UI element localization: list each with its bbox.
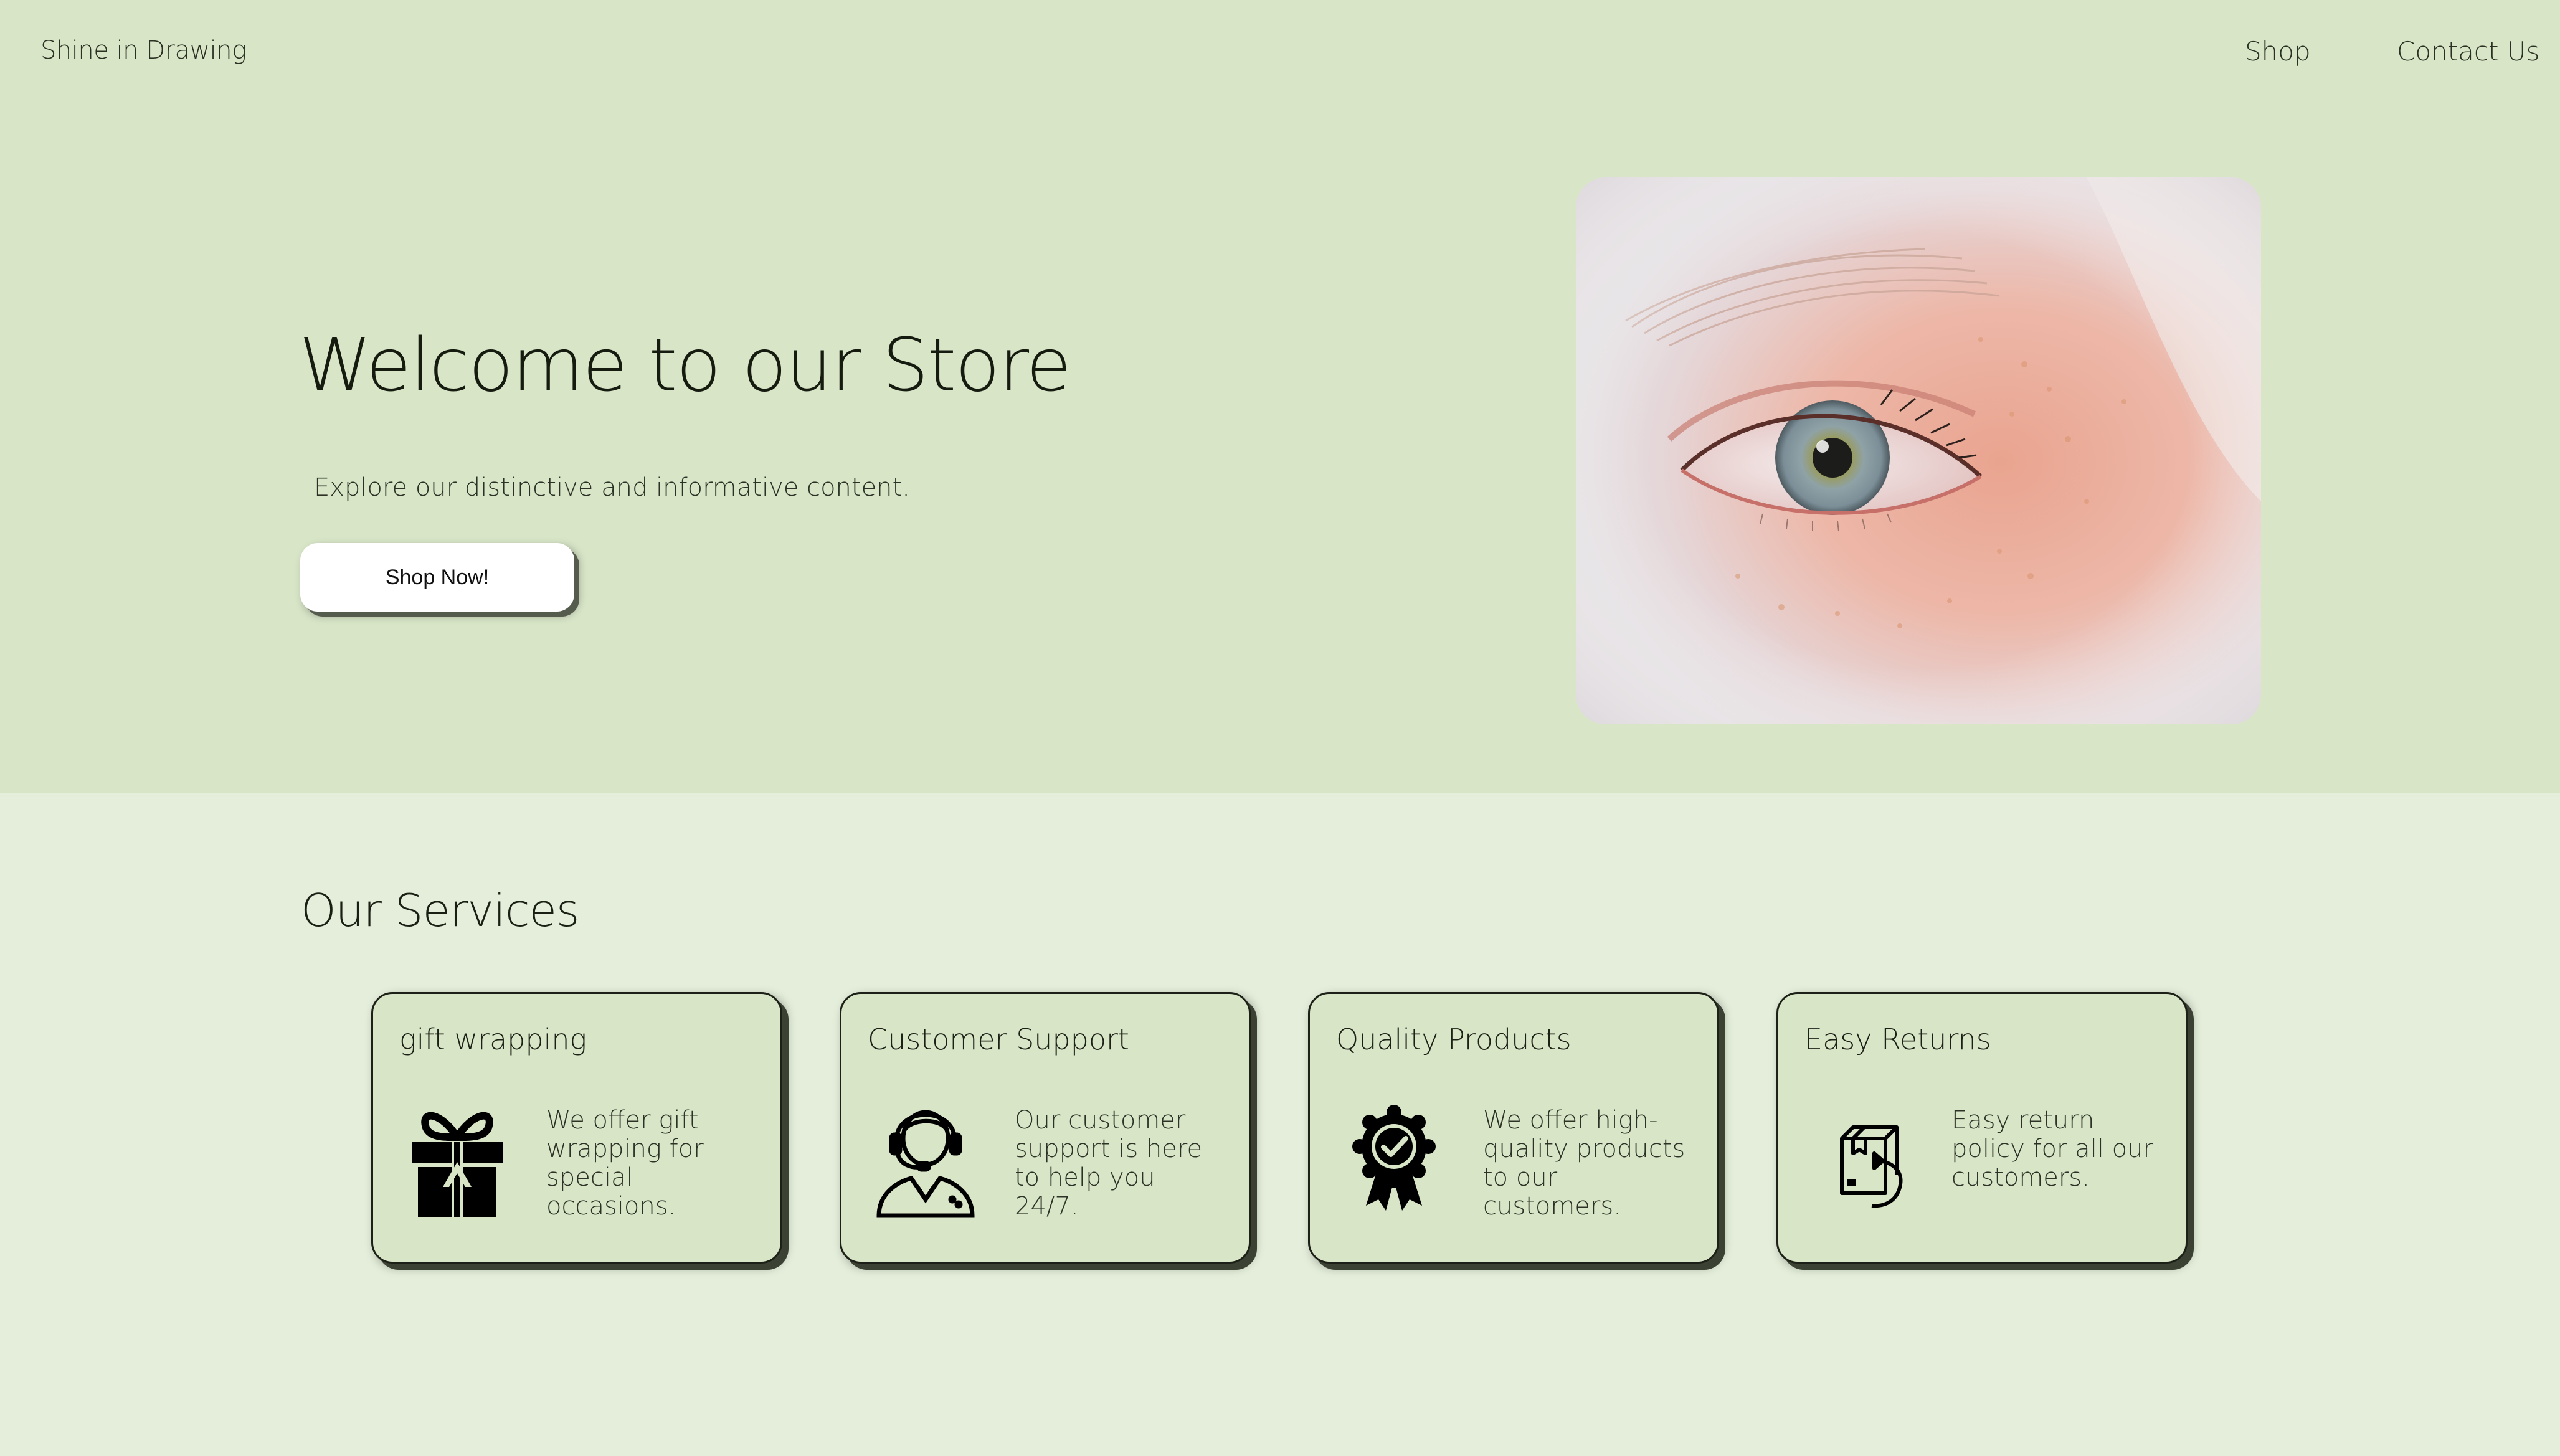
service-card-description: Our customer support is here to help you… [1015,1106,1203,1221]
services-heading: Our Services [301,884,579,937]
service-card-quality-products: Quality Products We offer high-quality p… [1308,992,1719,1264]
hero-eye-image [1576,177,2261,724]
service-card-description: We offer high-quality products to our cu… [1483,1106,1685,1221]
service-card-title: Customer Support [868,1023,1129,1056]
nav-link-contact[interactable]: Contact Us [2397,36,2539,67]
service-card-description: Easy return policy for all our customers… [1951,1106,2153,1192]
service-card-title: Easy Returns [1804,1023,1991,1056]
gift-icon [404,1100,510,1218]
service-card-gift-wrapping: gift wrapping We offer gift wrapping for… [371,992,782,1264]
service-card-easy-returns: Easy Returns Easy return policy for all … [1776,992,2188,1264]
nav-link-shop[interactable]: Shop [2245,36,2311,67]
hero-section: Shine in Drawing Shop Contact Us Welcome… [0,0,2560,793]
shop-now-button[interactable]: Shop Now! [300,543,574,612]
service-card-title: gift wrapping [399,1023,587,1056]
hero-title: Welcome to our Store [299,322,1071,408]
brand-logo-text[interactable]: Shine in Drawing [40,36,247,65]
quality-badge-icon [1341,1100,1447,1218]
headset-agent-icon [873,1100,979,1218]
service-card-title: Quality Products [1336,1023,1572,1056]
return-box-icon [1809,1100,1915,1218]
service-card-customer-support: Customer Support Our customer support is… [840,992,1251,1264]
hero-subtitle: Explore our distinctive and informative … [314,473,910,502]
service-card-description: We offer gift wrapping for special occas… [546,1106,704,1221]
